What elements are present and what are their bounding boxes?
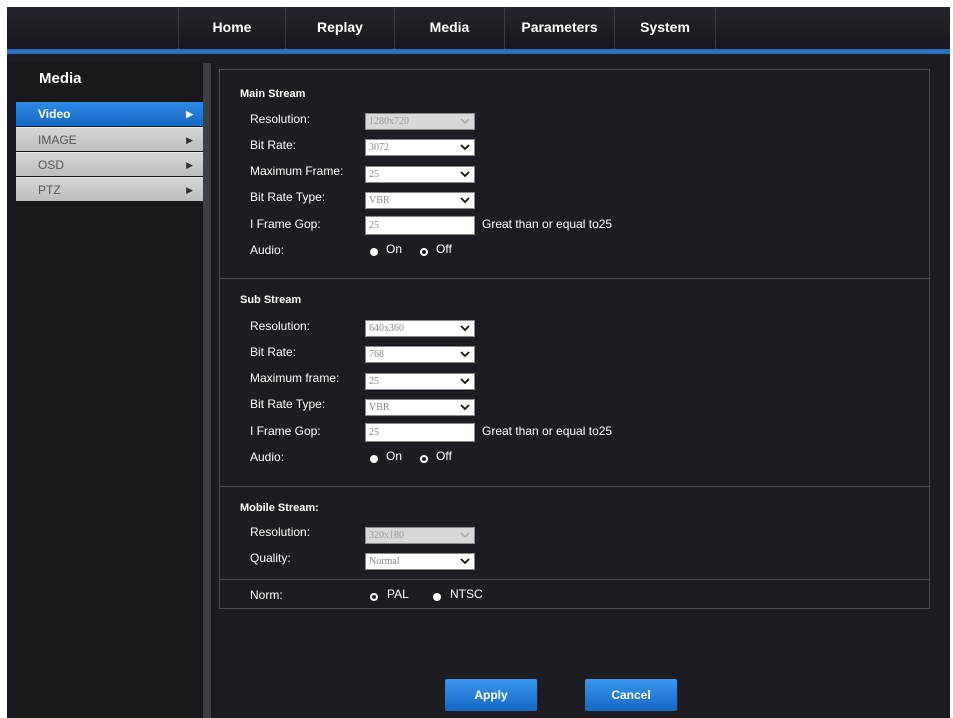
sub-audio-off-radio[interactable] bbox=[420, 455, 428, 463]
sidebar-item-label: Video bbox=[38, 107, 71, 121]
chevron-right-icon: ▶ bbox=[186, 185, 193, 195]
chevron-down-icon bbox=[460, 197, 470, 204]
video-settings-panel: Main Stream Resolution: 1280x720 Bit Rat… bbox=[219, 69, 930, 609]
mobile-quality-select[interactable]: Normal bbox=[365, 553, 475, 570]
main-bit-rate-type-select[interactable]: VBR bbox=[365, 192, 475, 209]
norm-section: Norm: PAL NTSC bbox=[220, 579, 929, 608]
nav-spacer bbox=[7, 7, 179, 49]
chevron-right-icon: ▶ bbox=[186, 109, 193, 119]
sidebar-item-label: PTZ bbox=[38, 183, 61, 197]
audio-label: Audio: bbox=[250, 243, 285, 257]
chevron-down-icon bbox=[460, 118, 470, 125]
sidebar-item-ptz[interactable]: PTZ ▶ bbox=[16, 177, 203, 201]
nav-system[interactable]: System bbox=[615, 7, 716, 49]
main-audio-on-radio[interactable] bbox=[370, 248, 378, 256]
select-value: 25 bbox=[369, 376, 379, 387]
audio-label: Audio: bbox=[250, 450, 285, 464]
nav-media[interactable]: Media bbox=[395, 7, 505, 49]
sidebar-item-label: OSD bbox=[38, 158, 65, 172]
select-value: 320x180 bbox=[369, 530, 404, 541]
mobile-stream-section: Mobile Stream: Resolution: 320x180 Quali… bbox=[220, 486, 929, 579]
chevron-down-icon bbox=[460, 378, 470, 385]
chevron-right-icon: ▶ bbox=[186, 135, 193, 145]
radio-label-ntsc: NTSC bbox=[450, 587, 483, 601]
sub-bit-rate-type-select[interactable]: VBR bbox=[365, 399, 475, 416]
nav-parameters[interactable]: Parameters bbox=[505, 7, 615, 49]
chevron-down-icon bbox=[460, 351, 470, 358]
section-title: Main Stream bbox=[240, 88, 306, 100]
chevron-down-icon bbox=[460, 144, 470, 151]
iframe-gop-label: I Frame Gop: bbox=[250, 217, 321, 231]
resolution-label: Resolution: bbox=[250, 112, 311, 126]
sub-stream-section: Sub Stream Resolution: 640x360 Bit Rate:… bbox=[220, 278, 929, 486]
iframe-gop-hint: Great than or equal to25 bbox=[482, 424, 613, 438]
mobile-resolution-select[interactable]: 320x180 bbox=[365, 527, 475, 544]
chevron-right-icon: ▶ bbox=[186, 160, 193, 170]
sub-bit-rate-select[interactable]: 768 bbox=[365, 346, 475, 363]
select-value: 768 bbox=[369, 349, 384, 360]
chevron-down-icon bbox=[460, 325, 470, 332]
main-stream-section: Main Stream Resolution: 1280x720 Bit Rat… bbox=[220, 70, 929, 278]
select-value: 3072 bbox=[369, 142, 389, 153]
bit-rate-type-label: Bit Rate Type: bbox=[250, 190, 326, 204]
sidebar-divider bbox=[203, 63, 211, 718]
sub-resolution-select[interactable]: 640x360 bbox=[365, 320, 475, 337]
section-title: Mobile Stream: bbox=[240, 502, 319, 514]
resolution-label: Resolution: bbox=[250, 319, 311, 333]
chevron-down-icon bbox=[460, 404, 470, 411]
main-max-frame-select[interactable]: 25 bbox=[365, 166, 475, 183]
main-bit-rate-select[interactable]: 3072 bbox=[365, 139, 475, 156]
select-value: Normal bbox=[369, 556, 400, 567]
nav-home[interactable]: Home bbox=[179, 7, 286, 49]
radio-label-pal: PAL bbox=[387, 587, 409, 601]
bit-rate-label: Bit Rate: bbox=[250, 138, 297, 152]
sidebar-item-image[interactable]: IMAGE ▶ bbox=[16, 127, 203, 151]
section-title: Sub Stream bbox=[240, 294, 302, 306]
radio-label-off: Off bbox=[436, 449, 452, 463]
select-value: VBR bbox=[369, 402, 390, 413]
nav-accent-line bbox=[7, 49, 950, 54]
main-audio-off-radio[interactable] bbox=[420, 248, 428, 256]
top-nav-bar: Home Replay Media Parameters System bbox=[7, 7, 950, 49]
select-value: 1280x720 bbox=[369, 116, 409, 127]
nav-replay[interactable]: Replay bbox=[286, 7, 395, 49]
sidebar-item-label: IMAGE bbox=[38, 133, 77, 147]
sub-iframe-gop-input[interactable]: 25 bbox=[365, 423, 475, 442]
max-frame-label: Maximum frame: bbox=[250, 371, 340, 385]
select-value: 25 bbox=[369, 169, 379, 180]
max-frame-label: Maximum Frame: bbox=[250, 164, 344, 178]
chevron-down-icon bbox=[460, 171, 470, 178]
input-value: 25 bbox=[369, 427, 379, 438]
norm-pal-radio[interactable] bbox=[370, 593, 378, 601]
radio-label-on: On bbox=[386, 449, 403, 463]
norm-ntsc-radio[interactable] bbox=[433, 593, 441, 601]
main-resolution-select[interactable]: 1280x720 bbox=[365, 113, 475, 130]
main-iframe-gop-input[interactable]: 25 bbox=[365, 216, 475, 235]
sidebar-title: Media bbox=[39, 70, 82, 87]
app-frame: Home Replay Media Parameters System Medi… bbox=[7, 7, 950, 718]
apply-button[interactable]: Apply bbox=[445, 679, 537, 711]
radio-label-on: On bbox=[386, 242, 403, 256]
norm-label: Norm: bbox=[250, 588, 283, 602]
bit-rate-type-label: Bit Rate Type: bbox=[250, 397, 326, 411]
sidebar-item-osd[interactable]: OSD ▶ bbox=[16, 152, 203, 176]
chevron-down-icon bbox=[460, 558, 470, 565]
resolution-label: Resolution: bbox=[250, 525, 311, 539]
sub-audio-on-radio[interactable] bbox=[370, 455, 378, 463]
iframe-gop-hint: Great than or equal to25 bbox=[482, 217, 613, 231]
select-value: VBR bbox=[369, 195, 390, 206]
bit-rate-label: Bit Rate: bbox=[250, 345, 297, 359]
input-value: 25 bbox=[369, 220, 379, 231]
select-value: 640x360 bbox=[369, 323, 404, 334]
sub-max-frame-select[interactable]: 25 bbox=[365, 373, 475, 390]
radio-label-off: Off bbox=[436, 242, 452, 256]
quality-label: Quality: bbox=[250, 551, 291, 565]
chevron-down-icon bbox=[460, 532, 470, 539]
cancel-button[interactable]: Cancel bbox=[585, 679, 677, 711]
sidebar-item-video[interactable]: Video ▶ bbox=[16, 102, 203, 126]
iframe-gop-label: I Frame Gop: bbox=[250, 424, 321, 438]
